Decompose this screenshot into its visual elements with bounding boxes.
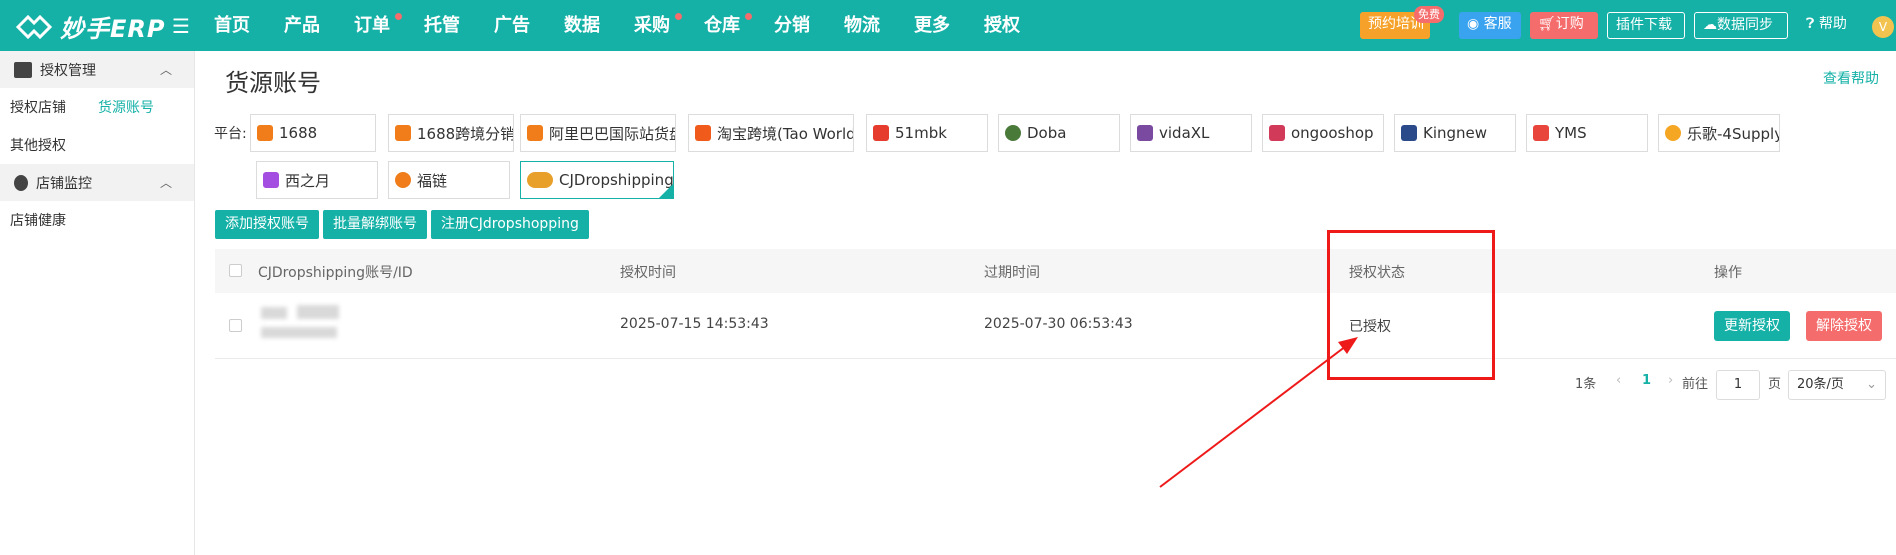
annotation-arrow bbox=[1159, 337, 1358, 488]
